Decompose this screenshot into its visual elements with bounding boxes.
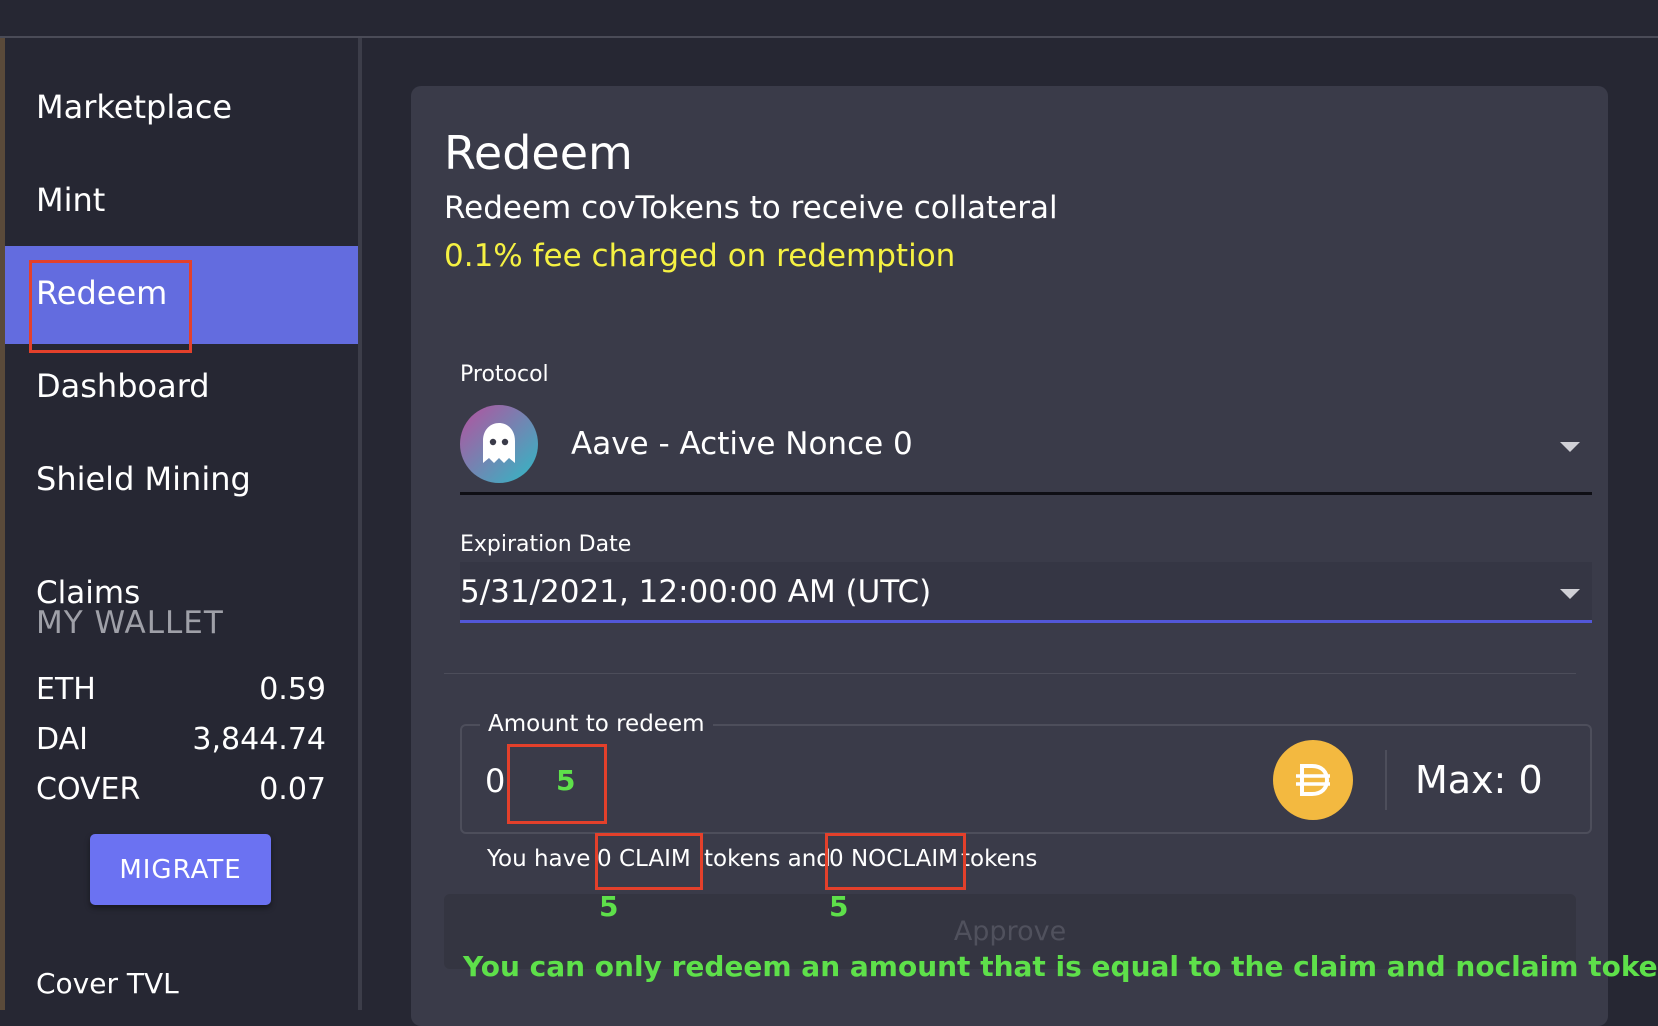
amount-input[interactable]: 0 <box>485 762 505 800</box>
expiration-value: 5/31/2021, 12:00:00 AM (UTC) <box>460 574 932 610</box>
wallet-balance: 3,844.74 <box>192 722 326 757</box>
noclaim-highlight-box <box>825 833 966 890</box>
cover-tvl-label: Cover TVL <box>36 967 179 1000</box>
top-bar <box>0 0 1658 38</box>
wallet-balance: 0.59 <box>259 672 326 707</box>
amount-annotation: 5 <box>556 764 576 797</box>
aave-ghost-icon <box>460 405 538 483</box>
input-separator <box>1385 750 1387 810</box>
page-subtitle: Redeem covTokens to receive collateral <box>444 190 1058 226</box>
balance-suffix: tokens <box>961 846 1038 872</box>
migrate-button[interactable]: MIGRATE <box>90 834 271 905</box>
annotation-note: You can only redeem an amount that is eq… <box>463 950 1658 983</box>
sidebar-item-dashboard[interactable]: Dashboard <box>5 339 358 437</box>
balance-middle: tokens and <box>704 846 831 872</box>
wallet-balance: 0.07 <box>259 772 326 807</box>
wallet-symbol: DAI <box>36 722 88 757</box>
chevron-down-icon <box>1560 589 1580 599</box>
protocol-value: Aave - Active Nonce 0 <box>571 426 913 462</box>
page-title: Redeem <box>444 126 633 180</box>
protocol-underline <box>460 492 1592 495</box>
wallet-symbol: ETH <box>36 672 96 707</box>
protocol-label: Protocol <box>460 362 549 387</box>
wallet-title: MY WALLET <box>36 605 224 641</box>
sidebar-item-marketplace[interactable]: Marketplace <box>5 60 358 158</box>
redeem-highlight-box <box>29 260 192 353</box>
dai-icon <box>1273 740 1353 820</box>
sidebar-item-label: Marketplace <box>36 88 233 126</box>
wallet-symbol: COVER <box>36 772 141 807</box>
chevron-down-icon <box>1560 442 1580 452</box>
section-divider <box>444 673 1576 674</box>
expiration-underline <box>460 620 1592 623</box>
claim-highlight-box <box>595 833 703 890</box>
sidebar-item-label: Dashboard <box>36 367 210 405</box>
amount-label: Amount to redeem <box>480 711 713 737</box>
expiration-label: Expiration Date <box>460 532 632 557</box>
max-amount[interactable]: Max: 0 <box>1415 758 1543 802</box>
sidebar-item-label: Shield Mining <box>36 460 251 498</box>
sidebar-item-mint[interactable]: Mint <box>5 153 358 251</box>
fee-notice: 0.1% fee charged on redemption <box>444 238 956 274</box>
sidebar-item-shield-mining[interactable]: Shield Mining <box>5 432 358 530</box>
noclaim-annotation: 5 <box>829 890 849 923</box>
sidebar-item-label: Mint <box>36 181 106 219</box>
claim-annotation: 5 <box>599 890 619 923</box>
balance-prefix: You have <box>487 846 591 872</box>
